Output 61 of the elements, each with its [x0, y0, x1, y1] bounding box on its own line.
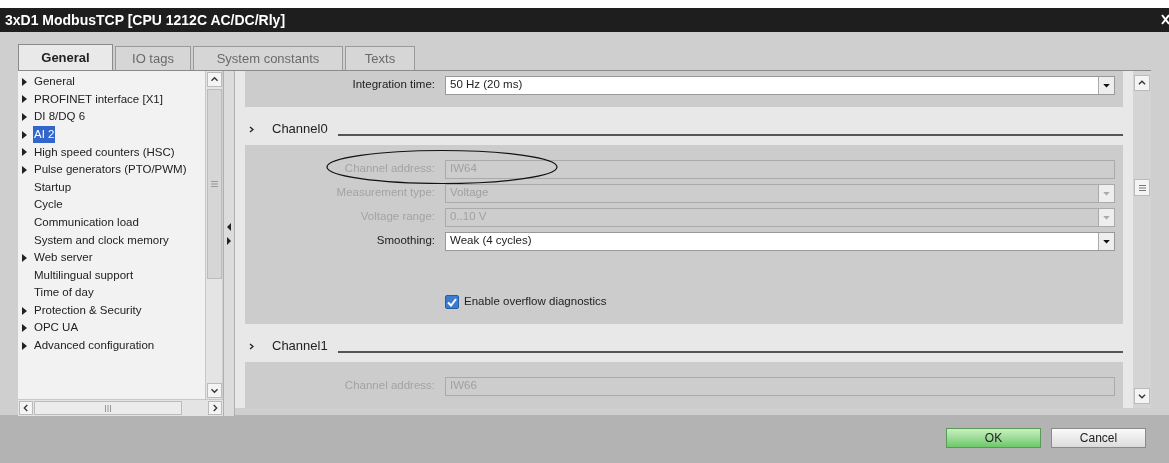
scroll-up-icon[interactable]	[206, 72, 222, 87]
nav-item[interactable]: Communication load	[33, 213, 140, 232]
nav-item[interactable]: Startup	[33, 178, 73, 196]
nav-item[interactable]: OPC UA	[33, 319, 80, 337]
grip-icon	[105, 404, 111, 412]
close-icon[interactable]	[1161, 14, 1169, 26]
nav-item[interactable]: AI 2	[33, 125, 56, 144]
nav-item[interactable]: DI 8/DQ 6	[33, 108, 87, 126]
expand-right-icon[interactable]	[227, 236, 231, 245]
tab[interactable]: Texts	[345, 46, 415, 70]
nav-item[interactable]: Web server	[33, 249, 94, 267]
scrollbar-thumb[interactable]	[1134, 179, 1150, 196]
expand-arrow-icon[interactable]	[22, 113, 27, 121]
scroll-right-icon[interactable]	[208, 401, 222, 415]
checkbox-label[interactable]: Enable overflow diagnostics	[464, 293, 607, 311]
expand-arrow-icon[interactable]	[22, 324, 27, 333]
expand-arrow-icon[interactable]	[22, 253, 27, 262]
checkbox[interactable]	[445, 295, 459, 309]
field-label: Smoothing:	[375, 233, 436, 249]
tab[interactable]: IO tags	[115, 46, 191, 70]
nav-item[interactable]: Protection & Security	[33, 301, 143, 320]
expand-arrow-icon[interactable]	[22, 77, 27, 86]
grip-icon	[210, 181, 218, 187]
expand-chevron-icon[interactable]	[249, 125, 254, 133]
dropdown-field[interactable]: Weak (4 cycles)	[445, 231, 1115, 251]
horizontal-scrollbar[interactable]	[18, 399, 223, 416]
expand-arrow-icon[interactable]	[22, 130, 27, 139]
nav-item[interactable]: Multilingual support	[33, 266, 135, 284]
scrollbar-track[interactable]	[1133, 71, 1151, 408]
scrollbar-track[interactable]	[205, 71, 222, 399]
field-label: Integration time:	[351, 77, 436, 93]
expand-arrow-icon[interactable]	[22, 306, 27, 315]
expand-arrow-icon[interactable]	[22, 148, 27, 157]
expand-arrow-icon[interactable]	[22, 95, 27, 104]
collapse-left-icon[interactable]	[227, 222, 231, 231]
scroll-down-icon[interactable]	[1134, 388, 1150, 404]
nav-item[interactable]: Time of day	[33, 284, 95, 302]
nav-item[interactable]: High speed counters (HSC)	[33, 143, 176, 161]
nav-item[interactable]: System and clock memory	[33, 231, 170, 249]
section-title[interactable]: Channel1	[272, 336, 328, 356]
nav-item[interactable]: General	[33, 73, 76, 91]
scrollbar-thumb[interactable]	[34, 401, 182, 415]
scroll-left-icon[interactable]	[19, 401, 33, 415]
scrollbar-thumb[interactable]	[206, 89, 222, 279]
grip-icon	[1138, 184, 1146, 191]
cancel-button[interactable]: Cancel	[1051, 428, 1146, 448]
expand-arrow-icon[interactable]	[22, 341, 27, 350]
section-title[interactable]: Channel0	[272, 119, 328, 139]
ok-button[interactable]: OK	[946, 428, 1041, 448]
nav-item[interactable]: Advanced configuration	[33, 337, 156, 355]
expand-arrow-icon[interactable]	[22, 165, 27, 174]
nav-item[interactable]: Pulse generators (PTO/PWM)	[33, 161, 188, 179]
dropdown-field[interactable]: 50 Hz (20 ms)	[445, 75, 1115, 95]
window-title: 3xD1 ModbusTCP [CPU 1212C AC/DC/Rly]	[5, 10, 286, 30]
scroll-up-icon[interactable]	[1134, 75, 1150, 91]
scroll-down-icon[interactable]	[206, 383, 222, 398]
tab[interactable]: General	[18, 44, 113, 70]
tab[interactable]: System constants	[193, 46, 343, 70]
expand-chevron-icon[interactable]	[249, 342, 254, 350]
nav-item[interactable]: PROFINET interface [X1]	[33, 90, 164, 108]
nav-item[interactable]: Cycle	[33, 196, 64, 214]
